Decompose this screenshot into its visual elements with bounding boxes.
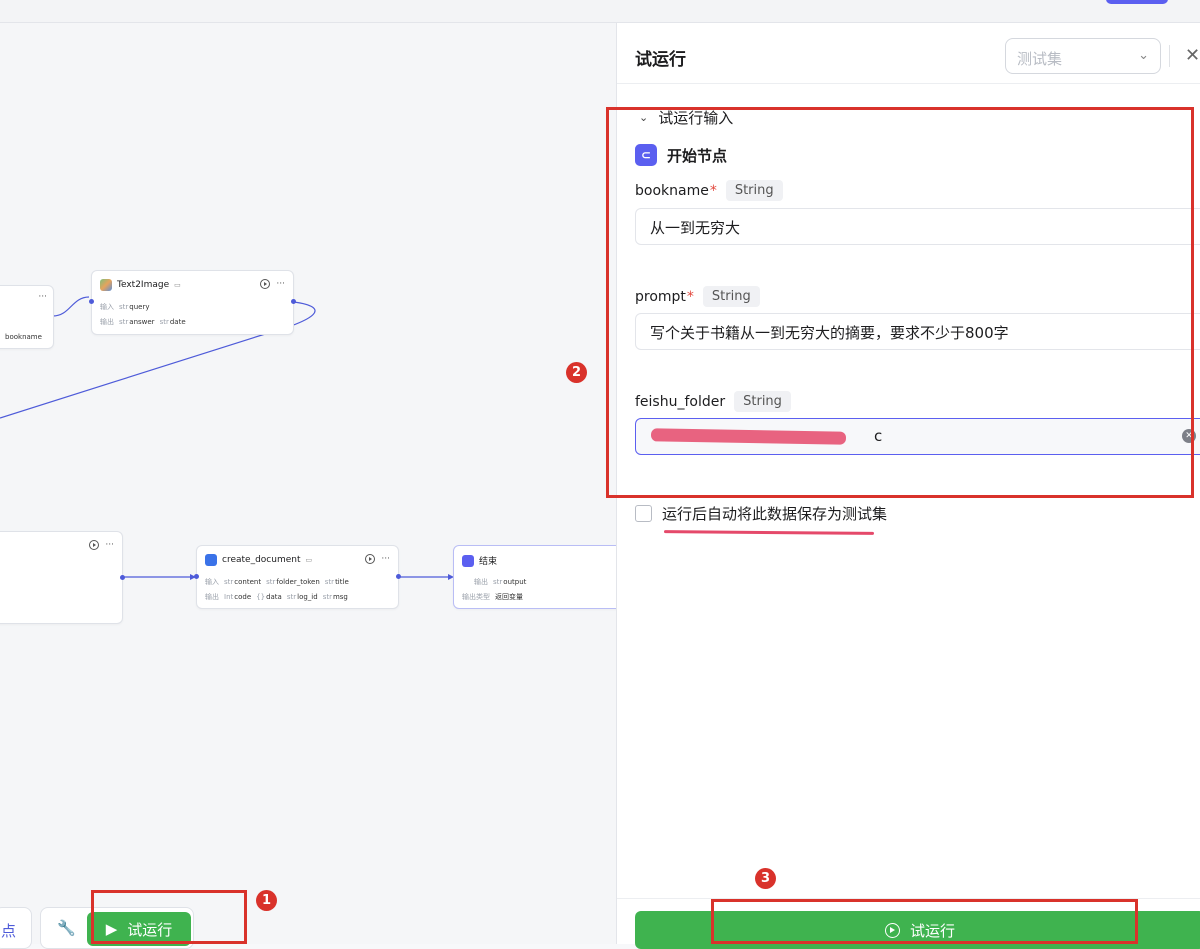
node-title: Text2Image xyxy=(117,280,170,290)
node-header: 结束 xyxy=(462,554,497,567)
add-node-button[interactable]: 点 xyxy=(0,907,32,949)
partial-node-top[interactable]: ··· bookname xyxy=(0,285,54,349)
annotation-badge-2: 2 xyxy=(566,362,587,383)
annotation-box-2 xyxy=(606,107,1194,498)
output-port[interactable] xyxy=(396,574,401,579)
wrench-icon[interactable]: 🔧 xyxy=(57,919,76,937)
edge-partial-to-text2image xyxy=(52,296,90,317)
divider xyxy=(617,83,1200,84)
end-node[interactable]: 结束 输出 stroutput 输出类型 返回变量 xyxy=(453,545,630,609)
testset-select[interactable]: 测试集 ⌄ xyxy=(1005,38,1161,74)
node-title: create_document xyxy=(222,555,301,565)
annotation-badge-1: 1 xyxy=(256,890,277,911)
workflow-canvas[interactable]: ··· bookname Text2Image ▭ ··· 输入 strquer… xyxy=(0,23,630,944)
param: strquery xyxy=(119,303,150,311)
workflow-edges xyxy=(0,296,454,580)
more-icon[interactable]: ··· xyxy=(276,279,285,289)
annotation-box-1 xyxy=(91,890,247,944)
close-icon[interactable]: ✕ xyxy=(1185,45,1200,66)
param: strdate xyxy=(159,318,186,326)
save-testset-option[interactable]: 运行后自动将此数据保存为测试集 xyxy=(635,503,887,524)
more-icon[interactable]: ··· xyxy=(105,540,114,550)
run-node-icon[interactable] xyxy=(89,540,100,550)
param: strtitle xyxy=(324,578,349,586)
param: {}data xyxy=(256,593,282,601)
document-icon xyxy=(205,554,217,566)
more-icon[interactable]: ··· xyxy=(38,292,47,302)
image-icon xyxy=(100,279,112,291)
save-testset-checkbox[interactable] xyxy=(635,505,652,522)
param: strmsg xyxy=(322,593,348,601)
top-action-button[interactable] xyxy=(1106,0,1168,4)
param: stroutput xyxy=(493,578,527,586)
run-node-icon[interactable] xyxy=(260,279,271,289)
node-input-row: 输入 strcontent strfolder_token strtitle xyxy=(205,578,349,586)
node-output-row: bookname xyxy=(5,333,42,341)
card-icon: ▭ xyxy=(174,281,181,289)
annotation-box-3 xyxy=(711,899,1138,944)
more-icon[interactable]: ··· xyxy=(381,554,390,564)
text2image-node[interactable]: Text2Image ▭ ··· 输入 strquery 输出 stranswe… xyxy=(89,270,296,335)
param: Intcode xyxy=(224,593,252,601)
node-tools: ··· xyxy=(365,554,390,564)
node-header: create_document ▭ xyxy=(205,554,312,566)
output-port[interactable] xyxy=(291,299,296,304)
node-tools: ··· xyxy=(260,279,285,289)
run-node-icon[interactable] xyxy=(365,554,376,564)
divider xyxy=(1169,45,1170,67)
annotation-badge-3: 3 xyxy=(755,868,776,889)
param: strfolder_token xyxy=(266,578,320,586)
end-icon xyxy=(462,554,474,567)
testset-placeholder: 测试集 xyxy=(1017,50,1063,68)
chevron-down-icon: ⌄ xyxy=(1138,48,1149,63)
output-param: bookname xyxy=(5,333,42,341)
partial-node-bottom[interactable]: ··· xyxy=(0,531,125,624)
param: stranswer xyxy=(119,318,155,326)
card-icon: ▭ xyxy=(305,556,313,564)
node-output-row: 输出 stranswer strdate xyxy=(100,318,186,326)
node-input-row: 输入 strquery xyxy=(100,303,150,311)
param: strcontent xyxy=(224,578,262,586)
add-node-label: 点 xyxy=(1,922,17,940)
node-header: Text2Image ▭ xyxy=(100,279,181,291)
top-bar xyxy=(0,0,1200,23)
output-port[interactable] xyxy=(120,575,125,580)
node-output-row: 输出 stroutput xyxy=(474,578,527,586)
node-tools: ··· xyxy=(38,292,47,302)
node-title: 结束 xyxy=(479,557,498,567)
panel-title: 试运行 xyxy=(635,50,686,70)
node-output-row: 输出 Intcode {}data strlog_id strmsg xyxy=(205,593,348,601)
create-document-node[interactable]: create_document ▭ ··· 输入 strcontent strf… xyxy=(194,545,401,609)
input-port[interactable] xyxy=(89,299,94,304)
input-port[interactable] xyxy=(194,574,199,579)
save-testset-label: 运行后自动将此数据保存为测试集 xyxy=(662,505,888,523)
node-output-type-row: 输出类型 返回变量 xyxy=(462,593,523,601)
param: strlog_id xyxy=(286,593,318,601)
node-tools: ··· xyxy=(89,540,114,550)
